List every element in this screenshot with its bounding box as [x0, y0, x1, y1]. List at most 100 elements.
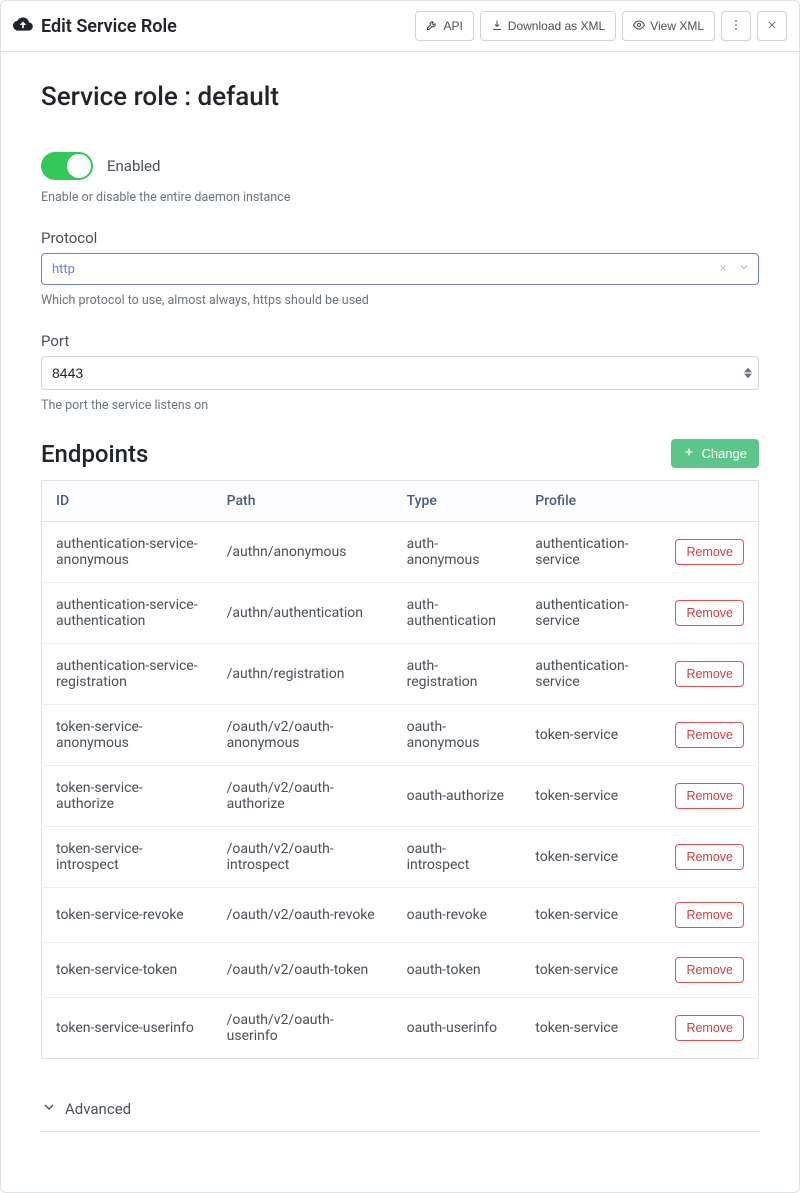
chevron-down-icon	[738, 261, 750, 277]
cell-profile: authentication-service	[521, 522, 658, 583]
cloud-upload-icon	[13, 14, 33, 38]
remove-button[interactable]: Remove	[675, 539, 744, 565]
cell-profile: token-service	[521, 998, 658, 1059]
view-xml-button[interactable]: View XML	[622, 11, 715, 41]
cell-profile: token-service	[521, 827, 658, 888]
title-bar: Edit Service Role API Download as XML Vi…	[1, 1, 799, 52]
cell-path: /oauth/v2/oauth-introspect	[213, 827, 393, 888]
cell-id: token-service-userinfo	[42, 998, 213, 1059]
cell-id: authentication-service-authentication	[42, 583, 213, 644]
port-input-wrap	[41, 356, 759, 390]
change-endpoints-button[interactable]: Change	[671, 439, 759, 468]
col-type: Type	[393, 481, 522, 522]
cell-path: /authn/anonymous	[213, 522, 393, 583]
port-help: The port the service listens on	[41, 398, 759, 413]
cell-action: Remove	[659, 644, 759, 705]
enabled-help: Enable or disable the entire daemon inst…	[41, 190, 759, 205]
api-button[interactable]: API	[415, 11, 473, 41]
download-icon	[491, 19, 503, 34]
cell-path: /oauth/v2/oauth-anonymous	[213, 705, 393, 766]
cell-path: /oauth/v2/oauth-revoke	[213, 888, 393, 943]
table-row: authentication-service-registration/auth…	[42, 644, 759, 705]
chevron-down-icon	[41, 1099, 57, 1119]
cell-action: Remove	[659, 766, 759, 827]
cell-action: Remove	[659, 522, 759, 583]
cell-action: Remove	[659, 998, 759, 1059]
dialog-window: Edit Service Role API Download as XML Vi…	[0, 0, 800, 1193]
cell-id: authentication-service-registration	[42, 644, 213, 705]
endpoints-heading: Endpoints	[41, 440, 148, 468]
cell-id: token-service-anonymous	[42, 705, 213, 766]
remove-button[interactable]: Remove	[675, 783, 744, 809]
cell-action: Remove	[659, 943, 759, 998]
enabled-toggle[interactable]	[41, 152, 93, 180]
cell-type: oauth-introspect	[393, 827, 522, 888]
enabled-label: Enabled	[107, 157, 160, 175]
remove-button[interactable]: Remove	[675, 600, 744, 626]
col-id: ID	[42, 481, 213, 522]
port-label: Port	[41, 332, 759, 350]
table-row: token-service-revoke/oauth/v2/oauth-revo…	[42, 888, 759, 943]
cell-id: token-service-revoke	[42, 888, 213, 943]
close-icon	[766, 19, 778, 34]
protocol-value: http	[52, 262, 75, 277]
more-button[interactable]	[721, 11, 751, 41]
cell-action: Remove	[659, 705, 759, 766]
cell-type: auth-anonymous	[393, 522, 522, 583]
col-action	[659, 481, 759, 522]
cell-type: oauth-revoke	[393, 888, 522, 943]
table-row: authentication-service-anonymous/authn/a…	[42, 522, 759, 583]
cell-profile: authentication-service	[521, 583, 658, 644]
protocol-label: Protocol	[41, 229, 759, 247]
col-profile: Profile	[521, 481, 658, 522]
cell-path: /oauth/v2/oauth-userinfo	[213, 998, 393, 1059]
cell-profile: token-service	[521, 943, 658, 998]
endpoints-table: ID Path Type Profile authentication-serv…	[41, 480, 759, 1059]
table-row: token-service-introspect/oauth/v2/oauth-…	[42, 827, 759, 888]
more-vertical-icon	[729, 18, 743, 35]
remove-button[interactable]: Remove	[675, 722, 744, 748]
plus-icon	[683, 446, 695, 461]
protocol-select[interactable]: http	[41, 253, 759, 285]
cell-profile: token-service	[521, 888, 658, 943]
cell-id: token-service-token	[42, 943, 213, 998]
port-input[interactable]	[52, 365, 728, 381]
advanced-label: Advanced	[65, 1100, 131, 1118]
close-button[interactable]	[757, 11, 787, 41]
remove-button[interactable]: Remove	[675, 1015, 744, 1041]
cell-path: /oauth/v2/oauth-authorize	[213, 766, 393, 827]
page-heading: Service role : default	[41, 82, 759, 112]
port-stepper[interactable]	[744, 367, 752, 379]
wrench-icon	[426, 19, 438, 34]
download-xml-button[interactable]: Download as XML	[480, 11, 616, 41]
cell-id: token-service-introspect	[42, 827, 213, 888]
remove-button[interactable]: Remove	[675, 957, 744, 983]
table-row: token-service-token/oauth/v2/oauth-token…	[42, 943, 759, 998]
table-row: token-service-userinfo/oauth/v2/oauth-us…	[42, 998, 759, 1059]
cell-path: /authn/registration	[213, 644, 393, 705]
dialog-title: Edit Service Role	[41, 16, 177, 37]
eye-icon	[633, 19, 645, 34]
cell-type: oauth-anonymous	[393, 705, 522, 766]
cell-id: authentication-service-anonymous	[42, 522, 213, 583]
remove-button[interactable]: Remove	[675, 902, 744, 928]
cell-type: oauth-authorize	[393, 766, 522, 827]
cell-type: oauth-token	[393, 943, 522, 998]
cell-type: oauth-userinfo	[393, 998, 522, 1059]
cell-profile: token-service	[521, 705, 658, 766]
cell-action: Remove	[659, 583, 759, 644]
cell-action: Remove	[659, 888, 759, 943]
cell-type: auth-registration	[393, 644, 522, 705]
cell-profile: authentication-service	[521, 644, 658, 705]
cell-path: /authn/authentication	[213, 583, 393, 644]
cell-type: auth-authentication	[393, 583, 522, 644]
remove-button[interactable]: Remove	[675, 844, 744, 870]
cell-profile: token-service	[521, 766, 658, 827]
advanced-toggle[interactable]: Advanced	[41, 1099, 759, 1132]
cell-action: Remove	[659, 827, 759, 888]
col-path: Path	[213, 481, 393, 522]
remove-button[interactable]: Remove	[675, 661, 744, 687]
cell-path: /oauth/v2/oauth-token	[213, 943, 393, 998]
clear-icon[interactable]	[718, 261, 728, 277]
protocol-help: Which protocol to use, almost always, ht…	[41, 293, 759, 308]
